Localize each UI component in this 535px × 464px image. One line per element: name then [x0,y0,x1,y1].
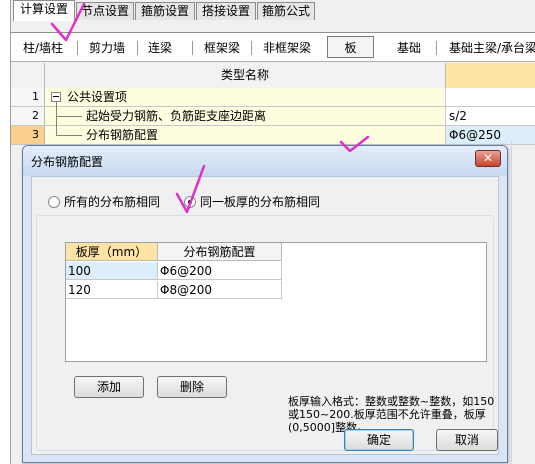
grid-header: 类型名称 [11,63,535,88]
add-button[interactable]: 添加 [74,376,144,398]
row-name: 起始受力钢筋、负筋距支座边距离 [45,102,446,126]
close-button[interactable]: ✕ [475,150,501,167]
cancel-button[interactable]: 取消 [436,429,498,451]
subtab-separator [251,41,252,55]
cell-thickness[interactable]: 100 [66,262,158,280]
grid-header-value [446,63,535,88]
row-name-text: 分布钢筋配置 [86,128,159,142]
row-number: 2 [11,107,45,125]
subtab-slab[interactable]: 板 [327,36,374,58]
close-icon: ✕ [482,151,494,165]
cell-thickness[interactable]: 120 [66,281,158,299]
row-value[interactable] [446,88,535,106]
tab-lap-settings[interactable]: 搭接设置 [196,2,256,20]
subtab-separator [436,41,437,55]
hint-line: 板厚输入格式：整数或整数~整数，如150 [288,395,495,408]
cell-rebar-config[interactable]: Φ8@200 [158,281,282,299]
table-row[interactable]: 1 公共设置项 [11,88,535,107]
row-name: 公共设置项 [45,88,446,106]
row-name-text: 公共设置项 [67,90,128,104]
row-number: 1 [11,88,45,106]
radio-same-thickness-label: 同一板厚的分布筋相同 [200,195,321,209]
ok-button[interactable]: 确定 [344,429,414,451]
grid-header-corner [11,63,45,88]
distribution-rebar-dialog: 分布钢筋配置 ✕ 所有的分布筋相同 同一板厚的分布筋相同 板厚（mm） 分布钢筋… [22,145,508,463]
tab-stirrup-formula[interactable]: 箍筋公式 [257,2,315,20]
thickness-table: 板厚（mm） 分布钢筋配置 100 Φ6@200 120 Φ8@200 [65,242,487,362]
checkmark-annotation-icon [175,164,206,214]
tree-line [56,135,82,136]
tab-stirrup-settings[interactable]: 箍筋设置 [135,2,195,20]
row-name: 分布钢筋配置 [45,125,446,144]
row-value-selected[interactable]: Φ6@250 [446,126,535,144]
table-row[interactable]: 3 分布钢筋配置 Φ6@250 [11,125,535,145]
subtab-shear-wall[interactable]: 剪力墙 [89,37,125,59]
tab-calc-settings[interactable]: 计算设置 [13,0,75,21]
dialog-body: 所有的分布筋相同 同一板厚的分布筋相同 板厚（mm） 分布钢筋配置 100 Φ6… [31,176,499,455]
dialog-title: 分布钢筋配置 [31,155,104,169]
header-thickness: 板厚（mm） [66,243,158,261]
row-number: 3 [11,126,45,144]
tree-line [56,102,57,126]
radio-all-same-label: 所有的分布筋相同 [64,195,161,209]
hint-line: 或150~200.板厚范围不允许重叠，板厚 [288,408,486,421]
subtab-non-frame-beam[interactable]: 非框架梁 [263,37,311,59]
grid-scroll-edge [511,140,512,464]
subtab-coupling-beam[interactable]: 连梁 [148,37,172,59]
table-row[interactable]: 2 起始受力钢筋、负筋距支座边距离 s/2 [11,102,535,126]
radio-all-same-dot[interactable] [48,196,60,208]
app-window: 计算设置 节点设置 箍筋设置 搭接设置 箍筋公式 柱/墙柱 剪力墙 连梁 框架梁… [0,0,535,464]
subtab-separator [192,41,193,55]
tree-line [56,116,82,117]
row-name-text: 起始受力钢筋、负筋距支座边距离 [86,109,267,123]
collapse-icon[interactable] [51,92,61,102]
cell-rebar-config[interactable]: Φ6@200 [158,262,282,280]
grid-header-type-name: 类型名称 [45,63,446,88]
subtab-foundation-beam[interactable]: 基础主梁/承台梁 [449,37,535,59]
left-panel-edge [0,0,11,464]
subtab-separator [137,41,138,55]
delete-button[interactable]: 删除 [157,376,227,398]
checkmark-annotation-icon [339,135,370,153]
settings-grid: 类型名称 1 公共设置项 2 起始受力钢筋、负筋距支座边距离 s/2 3 分布钢… [11,63,535,145]
tree-line [56,125,57,135]
dialog-titlebar[interactable]: 分布钢筋配置 ✕ [23,146,507,176]
subtab-frame-beam[interactable]: 框架梁 [204,37,240,59]
row-value[interactable]: s/2 [446,107,535,125]
header-rebar-config: 分布钢筋配置 [158,243,282,261]
subtab-foundation[interactable]: 基础 [397,37,421,59]
